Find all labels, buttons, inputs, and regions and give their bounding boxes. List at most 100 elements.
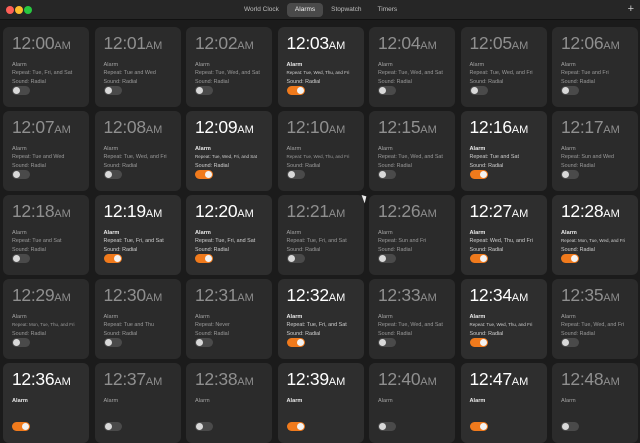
alarm-toggle[interactable] (286, 254, 305, 263)
alarm-time: 12:03AM (287, 33, 364, 56)
toggle-knob (13, 87, 20, 94)
tab-timers[interactable]: Timers (370, 3, 406, 17)
alarm-toggle[interactable] (561, 254, 579, 263)
alarm-toggle[interactable] (469, 338, 488, 347)
alarm-label: Alarm (195, 62, 210, 68)
toggle-knob (13, 339, 20, 346)
alarm-toggle[interactable] (103, 170, 122, 179)
alarm-toggle[interactable] (12, 254, 30, 263)
alarm-toggle[interactable] (561, 422, 579, 431)
toggle-knob (562, 87, 569, 94)
alarm-card[interactable]: 12:38AM Alarm (186, 363, 272, 443)
alarm-ampm: AM (54, 376, 71, 388)
alarm-card[interactable]: 12:26AM Alarm Repeat: Sun and Fri Sound: Ra… (369, 195, 455, 275)
alarm-card[interactable]: 12:30AM Alarm Repeat: Tue and Thu Sound: Ra… (94, 279, 181, 359)
alarm-toggle[interactable] (469, 422, 488, 431)
alarm-toggle[interactable] (378, 422, 396, 431)
alarm-toggle[interactable] (12, 170, 30, 179)
alarm-toggle[interactable] (378, 254, 396, 263)
plus-icon[interactable]: + (628, 2, 634, 16)
alarm-toggle[interactable] (195, 422, 213, 431)
alarm-label: Alarm (12, 62, 27, 68)
tab-stopwatch[interactable]: Stopwatch (323, 3, 369, 17)
alarm-toggle[interactable] (561, 86, 579, 95)
alarm-toggle[interactable] (195, 170, 213, 179)
alarm-toggle[interactable] (469, 86, 488, 95)
alarm-label: Alarm (195, 398, 210, 404)
alarm-card[interactable]: 12:39AM Alarm (277, 363, 364, 443)
alarm-card[interactable]: 12:28AM Alarm Repeat: Mon, Tue, Wed, and F… (552, 195, 638, 275)
alarm-toggle[interactable] (12, 422, 30, 431)
alarm-toggle[interactable] (286, 86, 305, 95)
alarm-card[interactable]: 12:47AM Alarm (460, 363, 547, 443)
alarm-card[interactable]: 12:33AM Alarm Repeat: Tue, Wed, and Sat Sou… (369, 279, 455, 359)
alarm-card[interactable]: 12:21AM Alarm Repeat: Tue, Fri, and Sat Sou… (277, 195, 364, 275)
minimize-window-button[interactable] (15, 6, 23, 14)
alarm-toggle[interactable] (469, 254, 488, 263)
alarm-card[interactable]: 12:20AM Alarm Repeat: Tue, Fri, and Sat Sou… (186, 195, 272, 275)
alarm-toggle[interactable] (103, 338, 122, 347)
alarm-card[interactable]: 12:00AM Alarm Repeat: Tue, Fri, and Sat Sou… (3, 27, 89, 107)
alarm-ampm: AM (145, 376, 163, 388)
alarm-toggle[interactable] (195, 254, 213, 263)
alarm-card[interactable]: 12:04AM Alarm Repeat: Tue, Wed, and Sat Sou… (369, 27, 455, 107)
alarm-toggle[interactable] (103, 254, 122, 263)
alarm-card[interactable]: 12:27AM Alarm Repeat: Wed, Thu, and Fri Sou… (460, 195, 547, 275)
alarm-toggle[interactable] (286, 422, 305, 431)
alarm-toggle[interactable] (103, 422, 122, 431)
tab-alarms[interactable]: Alarms (286, 3, 324, 17)
alarm-card[interactable]: 12:15AM Alarm Repeat: Tue, Wed, and Sat Sou… (369, 111, 455, 191)
alarm-toggle[interactable] (378, 170, 396, 179)
toggle-knob (470, 87, 478, 94)
alarm-toggle[interactable] (195, 86, 213, 95)
alarm-card[interactable]: 12:16AM Alarm Repeat: Tue and Sat Sound: Ra… (460, 111, 547, 191)
alarm-time: 12:32AM (287, 285, 364, 308)
alarm-card[interactable]: 12:06AM Alarm Repeat: Tue and Fri Sound: Ra… (552, 27, 638, 107)
alarm-toggle[interactable] (378, 338, 396, 347)
toggle-knob (104, 171, 112, 178)
alarm-toggle[interactable] (286, 170, 305, 179)
alarm-card[interactable]: 12:03AM Alarm Repeat: Tue, Wed, Thu, and F… (277, 27, 364, 107)
toggle-knob (13, 171, 20, 178)
alarm-card[interactable]: 12:37AM Alarm (94, 363, 181, 443)
alarm-toggle[interactable] (195, 338, 213, 347)
toggle-knob (104, 423, 112, 430)
alarm-card[interactable]: 12:34AM Alarm Repeat: Tue, Wed, Thu, and F… (460, 279, 547, 359)
alarm-toggle[interactable] (286, 338, 305, 347)
alarm-card[interactable]: 12:40AM Alarm (369, 363, 455, 443)
alarm-card[interactable]: 12:32AM Alarm Repeat: Tue, Fri, and Sat Sou… (277, 279, 364, 359)
alarm-time-value: 12:05 (469, 33, 513, 53)
alarm-card[interactable]: 12:09AM Alarm Repeat: Tue, Wed, Fri, and S… (186, 111, 272, 191)
tab-world-clock[interactable]: World Clock (236, 3, 287, 17)
close-window-button[interactable] (6, 6, 14, 14)
alarm-time-value: 12:40 (378, 369, 421, 389)
alarm-card[interactable]: 12:48AM Alarm (552, 363, 638, 443)
alarm-toggle[interactable] (469, 170, 488, 179)
alarm-card[interactable]: 12:36AM Alarm (3, 363, 89, 443)
alarm-sound: Sound: Radial (561, 246, 595, 253)
alarm-toggle[interactable] (12, 86, 30, 95)
alarm-card[interactable]: 12:10AM Alarm Repeat: Tue, Wed, Thu, and F… (277, 111, 364, 191)
alarm-card[interactable]: 12:35AM Alarm Repeat: Tue, Wed, and Fri Sou… (552, 279, 638, 359)
alarm-toggle[interactable] (12, 338, 30, 347)
alarm-label: Alarm (286, 314, 303, 320)
zoom-window-button[interactable] (24, 6, 32, 14)
alarm-card[interactable]: 12:07AM Alarm Repeat: Tue and Wed Sound: Ra… (3, 111, 89, 191)
alarm-time-value: 12:47 (469, 369, 513, 389)
alarm-repeat: Repeat: Tue, Fri, and Sat (103, 238, 164, 244)
alarm-toggle[interactable] (378, 86, 396, 95)
alarm-toggle[interactable] (561, 170, 579, 179)
alarm-time: 12:26AM (378, 201, 455, 224)
toggle-knob (571, 255, 578, 262)
alarm-card[interactable]: 12:08AM Alarm Repeat: Tue, Wed, and Fri Sou… (94, 111, 181, 191)
alarm-card[interactable]: 12:19AM Alarm Repeat: Tue, Fri, and Sat Sou… (94, 195, 181, 275)
alarm-card[interactable]: 12:05AM Alarm Repeat: Tue, Wed, and Fri Sou… (460, 27, 547, 107)
alarm-card[interactable]: 12:18AM Alarm Repeat: Tue and Sat Sound: Ra… (3, 195, 89, 275)
alarm-card[interactable]: 12:31AM Alarm Repeat: Never Sound: Radial (186, 279, 272, 359)
alarm-card[interactable]: 12:01AM Alarm Repeat: Tue and Wed Sound: Ra… (94, 27, 181, 107)
alarm-toggle[interactable] (103, 86, 122, 95)
alarm-card[interactable]: 12:02AM Alarm Repeat: Tue, Wed, and Sat Sou… (186, 27, 272, 107)
alarm-card[interactable]: 12:17AM Alarm Repeat: Sun and Wed Sound: Ra… (552, 111, 638, 191)
alarm-card[interactable]: 12:29AM Alarm Repeat: Mon, Tue, Thu, and F… (3, 279, 89, 359)
alarm-toggle[interactable] (561, 338, 579, 347)
